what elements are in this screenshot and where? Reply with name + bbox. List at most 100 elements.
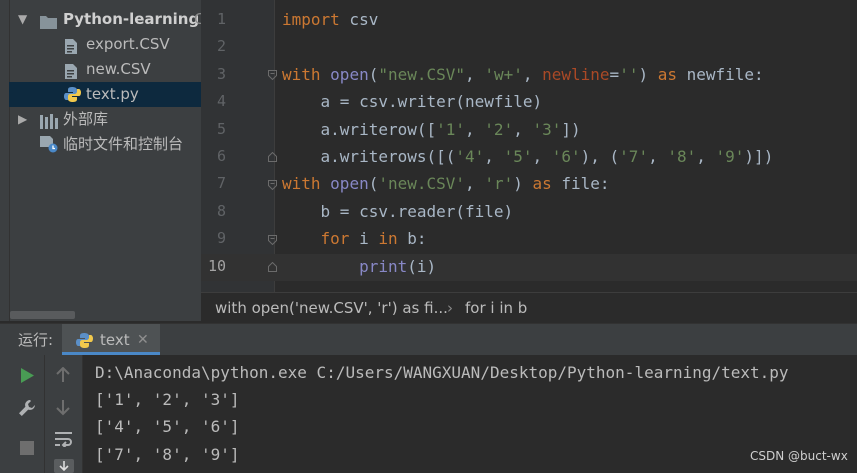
code-token: b = csv.reader(file) xyxy=(282,201,514,221)
code-token: , xyxy=(484,147,504,166)
code-token: as xyxy=(532,174,552,194)
line-number: 5 xyxy=(216,119,226,138)
code-token: , xyxy=(532,147,552,166)
project-root-suffix: C xyxy=(194,10,201,28)
horizontal-scrollbar[interactable] xyxy=(10,311,75,319)
code-line[interactable]: import csv xyxy=(282,6,378,33)
line-number: 2 xyxy=(216,37,226,56)
fold-icon[interactable] xyxy=(268,180,277,190)
line-number: 6 xyxy=(216,147,226,165)
tree-item-text-py[interactable]: text.py xyxy=(9,82,201,107)
code-line[interactable]: a.writerow(['1', '2', '3']) xyxy=(282,116,581,143)
file-label: text.py xyxy=(86,85,139,103)
scratches-icon xyxy=(40,136,58,161)
code-token: '4' xyxy=(455,147,485,166)
line-number: 7 xyxy=(216,174,226,193)
fold-icon[interactable] xyxy=(268,235,277,245)
code-token: i xyxy=(349,229,379,249)
code-line[interactable]: b = csv.reader(file) xyxy=(282,198,514,225)
breadcrumb-item-with[interactable]: with open('new.CSV', 'r') as fi... xyxy=(215,293,448,324)
rerun-icon[interactable] xyxy=(20,368,34,383)
soft-wrap-icon[interactable] xyxy=(55,431,72,447)
code-token: , xyxy=(696,147,716,166)
code-token: , xyxy=(465,119,485,139)
fold-icon[interactable] xyxy=(268,70,277,80)
code-token: a.writerows([( xyxy=(282,147,456,166)
code-token: ( xyxy=(368,64,379,84)
console-line: D:\Anaconda\python.exe C:/Users/WANGXUAN… xyxy=(95,363,789,382)
code-line[interactable]: for i in b: xyxy=(282,225,427,252)
code-token: , xyxy=(522,64,543,84)
console-line: ['7', '8', '9'] xyxy=(95,445,240,464)
code-token: , xyxy=(465,174,485,194)
watermark: CSDN @buct-wx xyxy=(750,449,848,463)
code-token: = xyxy=(609,64,620,84)
code-token: newfile: xyxy=(676,64,764,84)
code-token: open xyxy=(330,64,369,84)
scroll-to-end-icon[interactable] xyxy=(54,459,74,473)
code-token: '8' xyxy=(667,147,697,166)
code-token: open xyxy=(330,174,369,194)
fold-end-icon[interactable] xyxy=(268,152,277,162)
code-token: import xyxy=(282,10,340,29)
run-toolbar-primary xyxy=(0,355,45,473)
code-token: '3' xyxy=(532,119,562,139)
code-line[interactable]: with open('new.CSV', 'r') as file: xyxy=(282,170,610,197)
console-line: ['1', '2', '3'] xyxy=(95,390,240,409)
code-token: "new.CSV" xyxy=(378,64,466,84)
fold-end-icon[interactable] xyxy=(268,262,277,272)
code-token: 'w+' xyxy=(484,64,523,84)
line-number: 3 xyxy=(216,64,226,83)
wrench-icon[interactable] xyxy=(18,399,36,417)
code-token: print xyxy=(359,256,408,276)
run-toolbar-secondary xyxy=(45,355,83,473)
breadcrumb: with open('new.CSV', 'r') as fi... › for… xyxy=(201,292,857,324)
code-line[interactable]: a.writerows([('4', '5', '6'), ('7', '8',… xyxy=(282,143,774,170)
chevron-right-icon[interactable]: ▶ xyxy=(18,107,27,132)
file-label: export.CSV xyxy=(86,35,170,53)
tree-root-python-learning[interactable]: ▼ Python-learning C xyxy=(0,7,201,32)
code-token: newline xyxy=(542,64,610,84)
tree-scratches-consoles[interactable]: 临时文件和控制台 xyxy=(0,132,201,157)
tree-external-libraries[interactable]: ▶ 外部库 xyxy=(0,107,201,132)
code-token: a = csv.writer(newfile) xyxy=(282,92,543,112)
chevron-down-icon[interactable]: ▼ xyxy=(18,7,27,32)
breadcrumb-separator: › xyxy=(447,299,453,317)
code-token: '1' xyxy=(436,119,466,139)
code-token: '9' xyxy=(715,147,745,166)
code-token: for xyxy=(320,229,350,249)
code-token: , xyxy=(465,64,485,84)
code-token: '' xyxy=(619,64,639,84)
arrow-down-icon[interactable] xyxy=(56,400,70,416)
code-token: a.writerow([ xyxy=(282,119,437,139)
code-token: )]) xyxy=(744,147,774,166)
tree-item-new-csv[interactable]: new.CSV xyxy=(0,57,201,82)
code-line[interactable]: a = csv.writer(newfile) xyxy=(282,88,543,115)
code-token: 'r' xyxy=(484,174,514,194)
arrow-up-icon[interactable] xyxy=(56,367,70,383)
code-token: as xyxy=(657,64,677,84)
breadcrumb-item-for[interactable]: for i in b xyxy=(465,293,527,324)
code-token: in xyxy=(378,229,398,249)
code-line[interactable]: with open("new.CSV", 'w+', newline='') a… xyxy=(282,61,764,88)
code-token: '7' xyxy=(619,147,649,166)
code-line[interactable]: print(i) xyxy=(282,253,436,280)
console-line: ['4', '5', '6'] xyxy=(95,417,240,436)
code-token: 'new.CSV' xyxy=(378,174,466,194)
code-token: with xyxy=(282,174,321,194)
code-token: with xyxy=(282,64,321,84)
tree-item-export-csv[interactable]: export.CSV xyxy=(0,32,201,57)
code-token: '5' xyxy=(503,147,533,166)
python-file-icon xyxy=(76,332,93,353)
line-number: 8 xyxy=(216,201,226,220)
stop-icon[interactable] xyxy=(20,441,34,455)
ide-window: ▼ Python-learning C export.CSV new.CSV t… xyxy=(0,0,857,473)
line-number: 10 xyxy=(207,256,226,275)
scratches-label: 临时文件和控制台 xyxy=(63,135,184,153)
code-token: csv xyxy=(339,10,379,29)
code-token: ( xyxy=(368,174,379,194)
